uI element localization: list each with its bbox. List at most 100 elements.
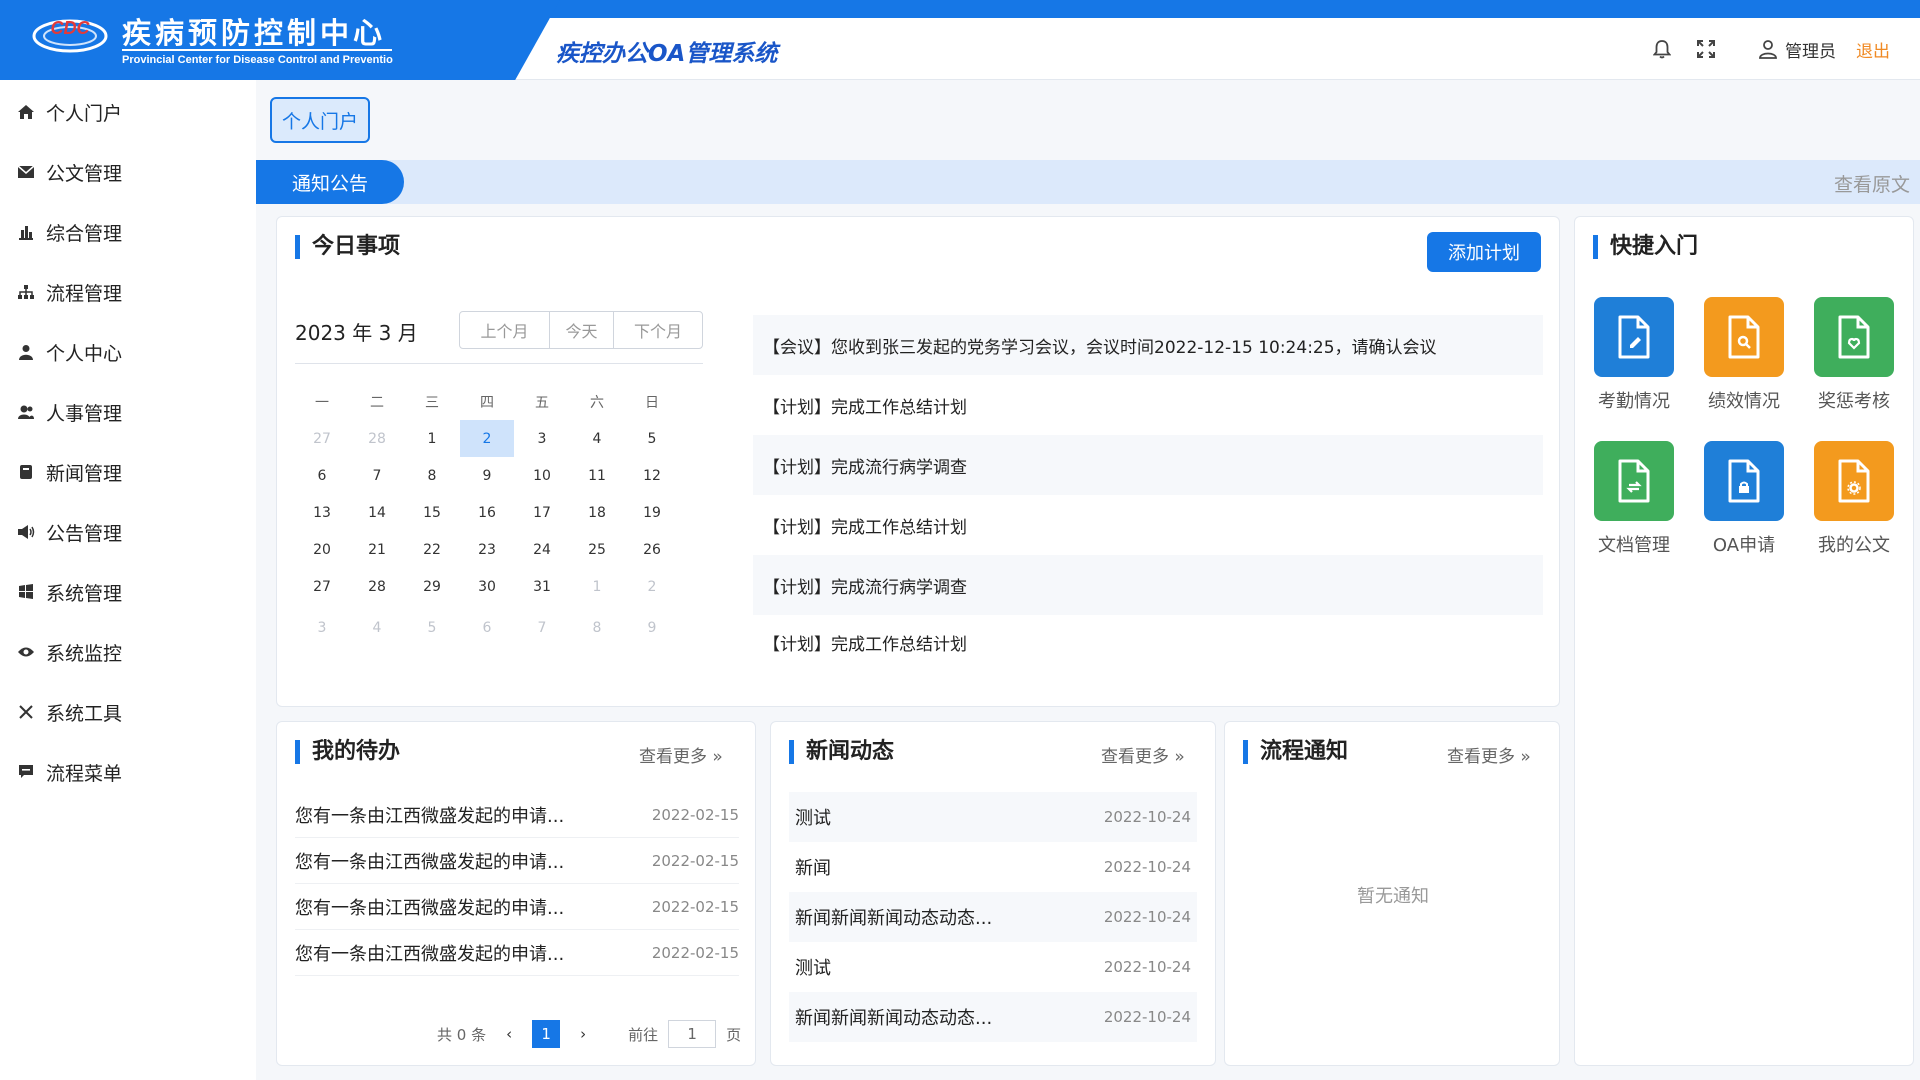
chevron-left-icon[interactable]: ‹ bbox=[496, 1021, 522, 1047]
todo-row[interactable]: 您有一条由江西微盛发起的申请... 2022-02-15 bbox=[295, 930, 739, 976]
news-more-link[interactable]: 查看更多 » bbox=[1101, 742, 1185, 767]
calendar-day[interactable]: 28 bbox=[350, 420, 404, 457]
calendar-day[interactable]: 17 bbox=[515, 494, 569, 531]
calendar-day[interactable]: 20 bbox=[295, 531, 349, 568]
sidebar-item-news[interactable]: 新闻管理 bbox=[0, 442, 256, 502]
calendar-day[interactable]: 3 bbox=[515, 420, 569, 457]
calendar-day[interactable]: 9 bbox=[625, 609, 679, 646]
quick-entry-item[interactable]: 考勤情况 bbox=[1579, 297, 1689, 413]
calendar-day[interactable]: 5 bbox=[405, 609, 459, 646]
quick-entry-item[interactable]: OA申请 bbox=[1689, 441, 1799, 557]
calendar-day[interactable]: 18 bbox=[570, 494, 624, 531]
calendar-day[interactable]: 19 bbox=[625, 494, 679, 531]
bell-icon[interactable] bbox=[1651, 38, 1673, 60]
calendar-day[interactable]: 7 bbox=[350, 457, 404, 494]
calendar-day-selected[interactable]: 2 bbox=[460, 420, 514, 457]
calendar-day[interactable]: 4 bbox=[350, 609, 404, 646]
calendar-day[interactable]: 1 bbox=[405, 420, 459, 457]
event-item[interactable]: 【计划】完成流行病学调查 bbox=[753, 435, 1543, 495]
calendar-day[interactable]: 25 bbox=[570, 531, 624, 568]
logout-link[interactable]: 退出 bbox=[1856, 37, 1890, 62]
calendar-day[interactable]: 30 bbox=[460, 568, 514, 605]
calendar-day[interactable]: 2 bbox=[625, 568, 679, 605]
tab-personal-portal[interactable]: 个人门户 bbox=[270, 97, 370, 143]
sidebar-item-process[interactable]: 流程管理 bbox=[0, 262, 256, 322]
todo-row[interactable]: 您有一条由江西微盛发起的申请... 2022-02-15 bbox=[295, 792, 739, 838]
calendar-day[interactable]: 27 bbox=[295, 420, 349, 457]
news-row[interactable]: 测试 2022-10-24 bbox=[789, 792, 1197, 842]
sidebar-item-personal[interactable]: 个人中心 bbox=[0, 322, 256, 382]
calendar-day[interactable]: 1 bbox=[570, 568, 624, 605]
calendar-day[interactable]: 11 bbox=[570, 457, 624, 494]
calendar-day[interactable]: 23 bbox=[460, 531, 514, 568]
flow-more-link[interactable]: 查看更多 » bbox=[1447, 742, 1531, 767]
windows-icon bbox=[16, 582, 36, 602]
sidebar-item-general[interactable]: 综合管理 bbox=[0, 202, 256, 262]
news-row[interactable]: 新闻新闻新闻动态动态... 2022-10-24 bbox=[789, 892, 1197, 942]
sidebar-item-tools[interactable]: 系统工具 bbox=[0, 682, 256, 742]
quick-entry-item[interactable]: 文档管理 bbox=[1579, 441, 1689, 557]
calendar-day[interactable]: 15 bbox=[405, 494, 459, 531]
quick-entry-item[interactable]: 绩效情况 bbox=[1689, 297, 1799, 413]
today-title: 今日事项 bbox=[295, 235, 400, 259]
calendar-day[interactable]: 29 bbox=[405, 568, 459, 605]
tab-notice[interactable]: 通知公告 bbox=[256, 160, 404, 204]
calendar-day[interactable]: 8 bbox=[570, 609, 624, 646]
chevron-right-icon[interactable]: › bbox=[570, 1021, 596, 1047]
sidebar-item-flow-menu[interactable]: 流程菜单 bbox=[0, 742, 256, 802]
user-avatar-icon[interactable] bbox=[1757, 38, 1779, 60]
calendar-day[interactable]: 31 bbox=[515, 568, 569, 605]
calendar-day[interactable]: 12 bbox=[625, 457, 679, 494]
prev-month-button[interactable]: 上个月 bbox=[460, 312, 550, 348]
news-row[interactable]: 新闻 2022-10-24 bbox=[789, 842, 1197, 892]
event-item[interactable]: 【计划】完成工作总结计划 bbox=[753, 615, 1543, 669]
quick-entry-item[interactable]: 奖惩考核 bbox=[1799, 297, 1909, 413]
calendar-day[interactable]: 22 bbox=[405, 531, 459, 568]
calendar-day[interactable]: 10 bbox=[515, 457, 569, 494]
envelope-icon bbox=[16, 162, 36, 182]
sidebar-item-documents[interactable]: 公文管理 bbox=[0, 142, 256, 202]
calendar-day[interactable]: 21 bbox=[350, 531, 404, 568]
calendar-day[interactable]: 26 bbox=[625, 531, 679, 568]
todo-row[interactable]: 您有一条由江西微盛发起的申请... 2022-02-15 bbox=[295, 838, 739, 884]
calendar-week-row: 3456789 bbox=[295, 609, 705, 646]
news-row[interactable]: 新闻新闻新闻动态动态... 2022-10-24 bbox=[789, 992, 1197, 1042]
event-item[interactable]: 【计划】完成流行病学调查 bbox=[753, 555, 1543, 615]
view-original-link[interactable]: 查看原文 bbox=[1834, 170, 1910, 197]
news-row[interactable]: 测试 2022-10-24 bbox=[789, 942, 1197, 992]
sidebar-item-announcement[interactable]: 公告管理 bbox=[0, 502, 256, 562]
calendar-day[interactable]: 28 bbox=[350, 568, 404, 605]
calendar-day[interactable]: 6 bbox=[295, 457, 349, 494]
calendar-day[interactable]: 5 bbox=[625, 420, 679, 457]
pager-current[interactable]: 1 bbox=[532, 1020, 561, 1048]
calendar-day[interactable]: 3 bbox=[295, 609, 349, 646]
sidebar-item-system[interactable]: 系统管理 bbox=[0, 562, 256, 622]
event-item[interactable]: 【计划】完成工作总结计划 bbox=[753, 375, 1543, 435]
next-month-button[interactable]: 下个月 bbox=[614, 312, 702, 348]
todo-row-text: 您有一条由江西微盛发起的申请... bbox=[295, 851, 565, 873]
calendar-day[interactable]: 4 bbox=[570, 420, 624, 457]
sidebar-item-hr[interactable]: 人事管理 bbox=[0, 382, 256, 442]
sidebar-item-monitor[interactable]: 系统监控 bbox=[0, 622, 256, 682]
more-label: 查看更多 bbox=[1447, 747, 1515, 767]
add-plan-button[interactable]: 添加计划 bbox=[1427, 232, 1541, 272]
pager-goto-input[interactable]: 1 bbox=[668, 1020, 717, 1048]
event-item[interactable]: 【会议】您收到张三发起的党务学习会议，会议时间2022-12-15 10:24:… bbox=[753, 315, 1543, 375]
todo-more-link[interactable]: 查看更多 » bbox=[639, 742, 723, 767]
quick-entry-item[interactable]: 我的公文 bbox=[1799, 441, 1909, 557]
sidebar-item-portal[interactable]: 个人门户 bbox=[0, 82, 256, 142]
calendar-day[interactable]: 13 bbox=[295, 494, 349, 531]
fullscreen-icon[interactable] bbox=[1695, 38, 1717, 60]
user-name[interactable]: 管理员 bbox=[1785, 37, 1836, 62]
calendar-day[interactable]: 16 bbox=[460, 494, 514, 531]
calendar-day[interactable]: 14 bbox=[350, 494, 404, 531]
todo-row[interactable]: 您有一条由江西微盛发起的申请... 2022-02-15 bbox=[295, 884, 739, 930]
event-item[interactable]: 【计划】完成工作总结计划 bbox=[753, 495, 1543, 555]
calendar-day[interactable]: 6 bbox=[460, 609, 514, 646]
calendar-day[interactable]: 9 bbox=[460, 457, 514, 494]
calendar-day[interactable]: 7 bbox=[515, 609, 569, 646]
calendar-day[interactable]: 24 bbox=[515, 531, 569, 568]
calendar-day[interactable]: 27 bbox=[295, 568, 349, 605]
calendar-day[interactable]: 8 bbox=[405, 457, 459, 494]
today-button[interactable]: 今天 bbox=[550, 312, 614, 348]
